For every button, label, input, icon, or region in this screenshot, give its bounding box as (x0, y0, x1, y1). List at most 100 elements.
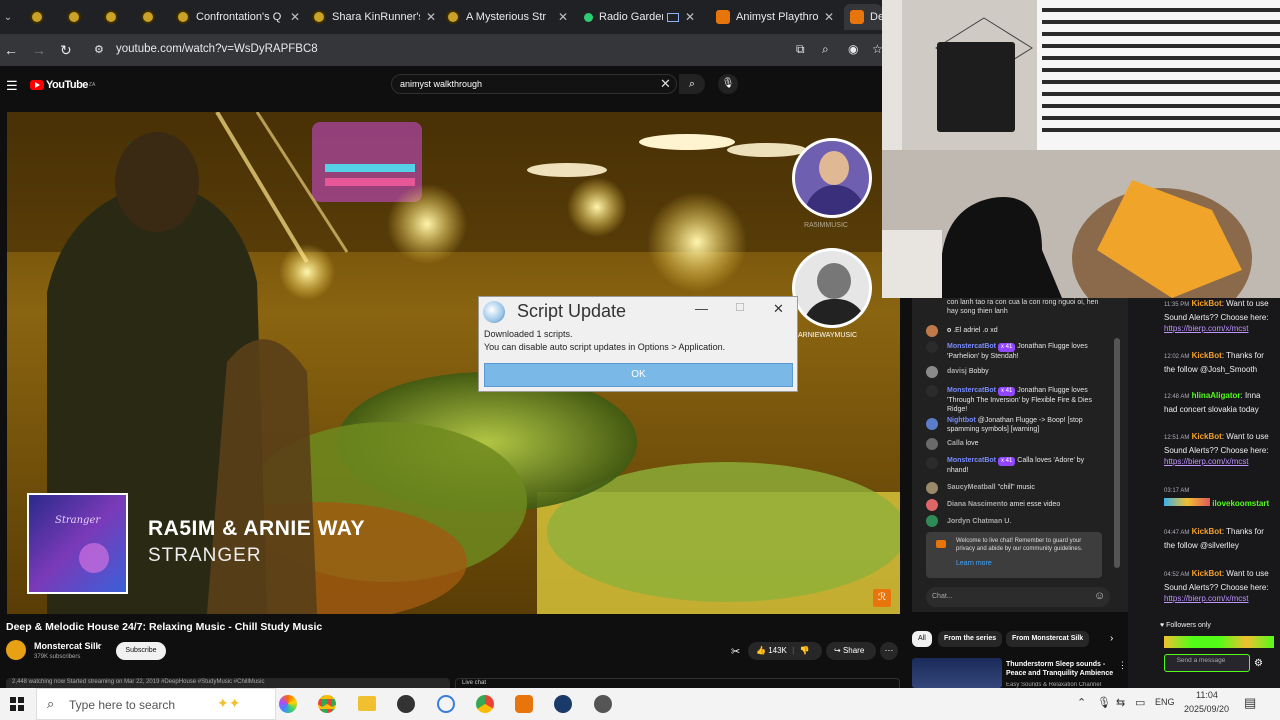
video-artist-text: RA5IM & ARNIE WAY (148, 517, 365, 540)
radio-garden-icon (584, 12, 593, 22)
channel-avatar[interactable] (6, 640, 26, 660)
tab-mysterious[interactable]: A Mysterious Stra ✕ (446, 4, 568, 30)
description-box[interactable]: 2,448 watching now Started streaming on … (6, 678, 450, 688)
tab-close-icon[interactable]: ✕ (824, 10, 834, 24)
maximize-icon[interactable]: ☐ (735, 301, 745, 314)
notifications-icon[interactable]: ▤ (1244, 695, 1256, 711)
zoom-icon[interactable]: ⌕ (822, 42, 829, 57)
like-button[interactable]: 👍 143K | 👎 (748, 642, 822, 660)
tab-4[interactable] (141, 4, 175, 30)
tab-close-icon[interactable]: ✕ (558, 10, 568, 24)
tab-1[interactable] (30, 4, 64, 30)
chevron-right-icon[interactable]: › (1110, 633, 1113, 644)
chat-message: MonstercatBot x 41 Jonathan Flugge loves… (947, 387, 1092, 413)
tracking-icon[interactable]: ◉ (848, 42, 858, 56)
monitor-icon[interactable]: ▭ (1135, 696, 1145, 709)
tab-confrontation[interactable]: Confrontation's Q ✕ (176, 4, 300, 30)
chat-message: Jordyn Chatman U. (947, 518, 1012, 525)
search-icon[interactable]: ⌕ (679, 74, 705, 94)
chip-from-series[interactable]: From the series (938, 631, 1003, 647)
emoji-icon[interactable]: ☺ (1094, 590, 1105, 602)
chip-from-channel[interactable]: From Monstercat Silk (1006, 631, 1090, 647)
chat-input[interactable]: Chat... ☺ (926, 587, 1110, 607)
chat-top-message: con lanh tao ra con cua la con rong nguo… (947, 299, 1099, 315)
site-info-icon[interactable]: ⚙ (94, 43, 104, 56)
verified-icon: ✔ (96, 642, 103, 651)
artist-avatar-2 (792, 248, 872, 328)
tab-animyst[interactable]: Animyst Playthrou ✕ (716, 4, 834, 30)
clock-date[interactable]: 2025/09/20 (1184, 704, 1229, 714)
related-title[interactable]: Thunderstorm Sleep sounds - Peace and Tr… (1006, 660, 1116, 678)
chrome-icon[interactable] (318, 695, 336, 713)
tab-radio-garden[interactable]: Radio Garden ✕ (584, 4, 706, 30)
ok-button[interactable]: OK (484, 363, 793, 387)
settings-icon[interactable]: ⚙ (1254, 658, 1263, 669)
avatar (926, 325, 938, 337)
tab-favicon-icon (104, 10, 118, 24)
tab-favicon-icon (176, 10, 190, 24)
chip-all[interactable]: All (912, 631, 932, 647)
tab-2[interactable] (67, 4, 101, 30)
like-icon: 👍 (756, 646, 766, 655)
chat-message: davisj Bobby (947, 368, 989, 375)
clock-time[interactable]: 11:04 (1196, 690, 1218, 700)
obs-icon[interactable] (397, 695, 415, 713)
youtube-logo[interactable]: YouTube ZA (30, 79, 95, 91)
script-update-dialog: Script Update — ☐ ✕ Downloaded 1 scripts… (478, 296, 798, 392)
more-actions-icon[interactable]: ⋯ (880, 642, 898, 660)
mic-icon[interactable]: 🎙 (718, 74, 738, 94)
clear-search-icon[interactable]: ✕ (660, 76, 671, 92)
dialog-line-2: You can disable auto script updates in O… (484, 342, 726, 352)
channel-name[interactable]: Monstercat Silk (34, 641, 101, 651)
language-indicator[interactable]: ENG (1155, 697, 1175, 707)
send-message-input[interactable]: Send a message (1164, 654, 1250, 672)
app-gray-icon[interactable] (594, 695, 612, 713)
menu-icon[interactable]: ☰ (6, 78, 18, 94)
tab-3[interactable] (104, 4, 138, 30)
emote-row (1164, 636, 1274, 648)
video-title: Deep & Melodic House 24/7: Relaxing Musi… (6, 621, 323, 633)
avatar (926, 418, 938, 430)
minimize-icon[interactable]: — (695, 301, 708, 316)
live-chat-header: Live chat (455, 678, 900, 688)
network-icon[interactable]: ⇆ (1116, 696, 1125, 709)
tab-close-icon[interactable]: ✕ (685, 10, 695, 24)
url-field[interactable]: youtube.com/watch?v=WsDyRAPFBC8 (116, 43, 318, 55)
tab-close-icon[interactable]: ✕ (290, 10, 300, 24)
forward-icon[interactable]: → (32, 42, 46, 58)
back-icon[interactable]: ← (4, 42, 18, 58)
avatar (926, 499, 938, 511)
chat-scrollbar[interactable] (1114, 338, 1120, 568)
pinned-app-icon[interactable] (279, 695, 297, 713)
search-input[interactable]: animyst walkthrough (391, 74, 677, 94)
dialog-app-icon (483, 301, 505, 323)
channel-icon (936, 540, 946, 548)
chrome-profile-icon[interactable] (476, 695, 494, 713)
chevron-up-icon[interactable]: ⌃ (1077, 696, 1086, 709)
tab-active[interactable]: De (844, 4, 882, 30)
app-orange-icon[interactable] (515, 695, 533, 713)
taskbar-search[interactable]: ⌕ Type here to search ✦✦ (36, 688, 276, 720)
reload-icon[interactable]: ↻ (60, 42, 72, 59)
more-vert-icon[interactable]: ⋮ (1118, 660, 1127, 671)
install-icon[interactable]: ⧉ (796, 42, 805, 57)
tab-close-icon[interactable]: ✕ (426, 10, 436, 24)
subscribe-button[interactable]: Subscribe (116, 642, 166, 660)
file-explorer-icon[interactable] (358, 696, 376, 711)
stream-chat-message: 04:52 AM KickBot: Want to use Sound Aler… (1164, 569, 1269, 603)
steam-icon[interactable] (554, 695, 572, 713)
tab-search-icon[interactable]: ⌄ (0, 6, 16, 28)
close-icon[interactable]: ✕ (773, 301, 784, 317)
related-thumbnail[interactable] (912, 658, 1002, 688)
tab-shara[interactable]: Shara KinRunner's ✕ (312, 4, 436, 30)
chat-message: Diana Nascimento amei esse video (947, 501, 1061, 508)
app-icon[interactable] (437, 695, 455, 713)
stream-chat-message: 03:17 AM ilovekoomstart (1164, 488, 1270, 508)
chat-message: Nightbot @Jonathan Flugge -> Boop! [stop… (947, 417, 1083, 433)
learn-more-link[interactable]: Learn more (956, 560, 992, 567)
share-button[interactable]: ↪ Share (826, 642, 876, 660)
tab-favicon-icon (30, 10, 44, 24)
microphone-icon[interactable]: 🎙 (1097, 696, 1111, 709)
clip-icon[interactable]: ✂ (731, 645, 740, 658)
windows-start-icon[interactable] (10, 697, 24, 711)
